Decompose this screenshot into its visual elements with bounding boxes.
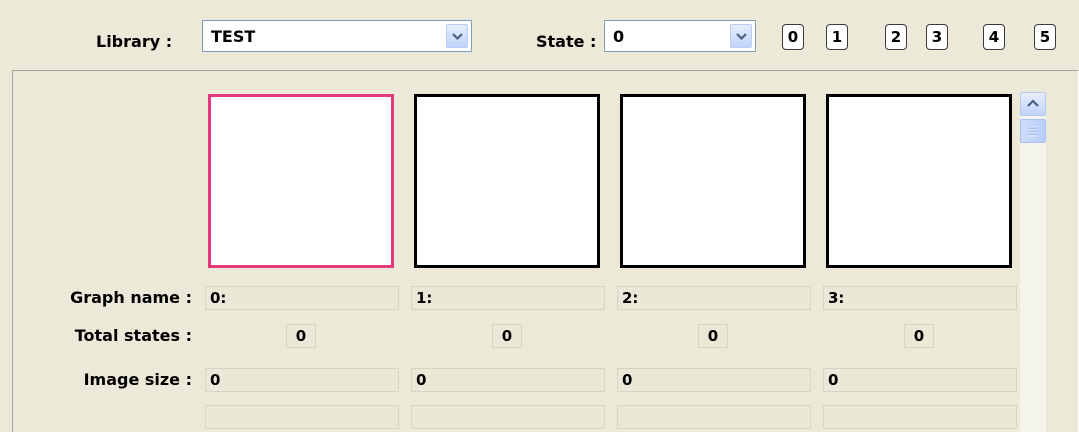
state-dropdown-button[interactable] [730, 24, 752, 48]
state-button-3[interactable]: 3 [926, 24, 948, 50]
state-button-4[interactable]: 4 [983, 24, 1005, 50]
graph-thumbnail-3[interactable] [826, 94, 1012, 268]
image-size-field-0: 0 [205, 368, 399, 392]
state-combobox[interactable]: 0 [604, 20, 756, 52]
chevron-down-icon [736, 33, 747, 41]
graph-name-field-0: 0: [205, 286, 399, 310]
state-button-0[interactable]: 0 [782, 24, 804, 50]
chevron-up-icon [1027, 99, 1039, 107]
image-size-label: Image size : [83, 370, 192, 389]
graph-thumbnail-1[interactable] [414, 94, 600, 268]
state-button-2[interactable]: 2 [885, 24, 907, 50]
chevron-down-icon [452, 33, 463, 41]
state-label: State : [536, 32, 597, 51]
library-value: TEST [211, 27, 256, 46]
graph-name-label: Graph name : [70, 288, 192, 307]
grip-icon [1029, 126, 1037, 137]
graph-name-field-2: 2: [617, 286, 811, 310]
total-states-field-0: 0 [286, 324, 316, 348]
library-combobox[interactable]: TEST [202, 20, 472, 52]
extra-field-3 [823, 405, 1017, 429]
graph-thumbnail-0[interactable] [208, 94, 394, 268]
extra-field-1 [411, 405, 605, 429]
state-button-1[interactable]: 1 [826, 24, 848, 50]
state-value: 0 [613, 27, 625, 46]
total-states-field-3: 0 [904, 324, 934, 348]
library-label: Library : [96, 32, 173, 51]
scroll-thumb[interactable] [1020, 119, 1046, 143]
state-button-5[interactable]: 5 [1034, 24, 1056, 50]
extra-field-2 [617, 405, 811, 429]
total-states-field-2: 0 [698, 324, 728, 348]
library-dropdown-button[interactable] [446, 24, 468, 48]
image-size-field-3: 0 [823, 368, 1017, 392]
graph-thumbnail-2[interactable] [620, 94, 806, 268]
scroll-up-button[interactable] [1020, 92, 1046, 116]
graph-name-field-1: 1: [411, 286, 605, 310]
image-size-field-1: 0 [411, 368, 605, 392]
vertical-scrollbar[interactable] [1020, 92, 1046, 432]
total-states-label: Total states : [74, 326, 192, 345]
extra-field-0 [205, 405, 399, 429]
graph-name-field-3: 3: [823, 286, 1017, 310]
total-states-field-1: 0 [492, 324, 522, 348]
image-size-field-2: 0 [617, 368, 811, 392]
